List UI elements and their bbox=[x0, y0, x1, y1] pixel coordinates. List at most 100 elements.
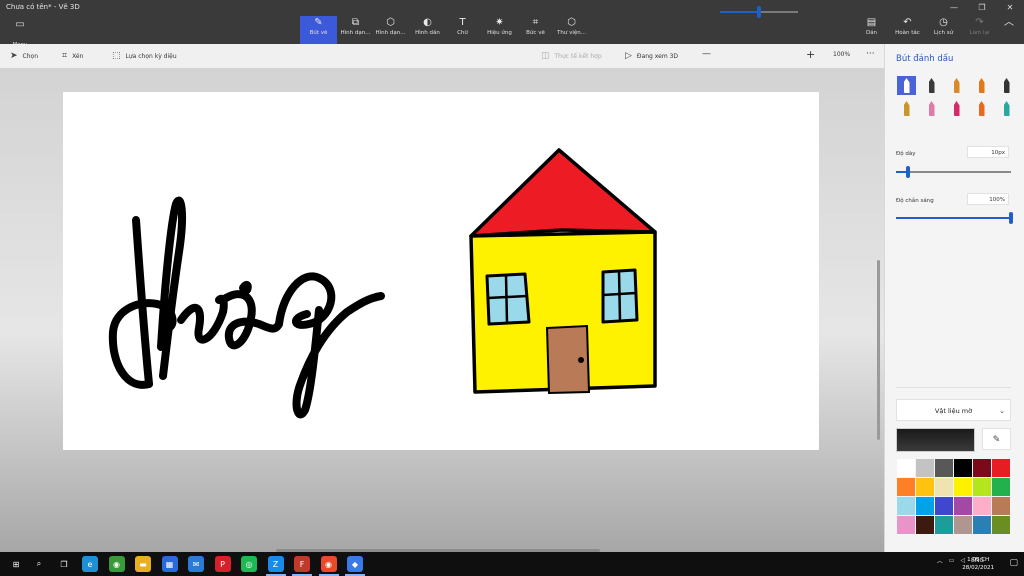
opacity-slider-thumb[interactable] bbox=[1009, 212, 1013, 224]
brush-fill-bucket[interactable] bbox=[997, 99, 1016, 118]
taskbar-zalo[interactable]: Z bbox=[267, 556, 284, 572]
taskbar-chrome[interactable]: ◉ bbox=[320, 556, 337, 572]
history-button[interactable]: ◷ Lịch sử bbox=[925, 16, 962, 44]
palette-swatch[interactable] bbox=[897, 516, 915, 534]
search-button[interactable]: ⌕ bbox=[31, 556, 47, 572]
drawing-canvas[interactable] bbox=[63, 92, 819, 450]
palette-swatch[interactable] bbox=[973, 516, 991, 534]
tab-effects[interactable]: ✷ Hiệu ứng bbox=[481, 16, 518, 44]
brush-pencil[interactable] bbox=[897, 99, 916, 118]
palette-swatch[interactable] bbox=[897, 478, 915, 496]
material-dropdown[interactable]: Vật liệu mờ ⌄ bbox=[896, 399, 1011, 421]
palette-swatch[interactable] bbox=[916, 516, 934, 534]
maximize-button[interactable]: ❐ bbox=[968, 0, 996, 16]
tab-canvas[interactable]: ⌗ Bức vẽ bbox=[517, 16, 554, 44]
minimize-button[interactable]: — bbox=[940, 0, 968, 16]
taskbar-pinterest[interactable]: P bbox=[214, 556, 231, 572]
palette-swatch[interactable] bbox=[954, 516, 972, 534]
palette-swatch[interactable] bbox=[897, 497, 915, 515]
brush-watercolor[interactable] bbox=[972, 76, 991, 95]
view-3d-button[interactable]: ▷ Đang xem 3D bbox=[625, 51, 678, 61]
brush-crayon[interactable] bbox=[947, 99, 966, 118]
crop-tool[interactable]: ⌗ Xén bbox=[62, 51, 83, 61]
sticker-icon: ◐ bbox=[423, 17, 432, 28]
canvas-artwork bbox=[108, 148, 657, 419]
palette-swatch[interactable] bbox=[992, 497, 1010, 515]
menu-button[interactable]: ▭ Menu bbox=[6, 18, 34, 48]
paste-button[interactable]: ▤ Dán bbox=[853, 16, 890, 44]
chevron-up-icon[interactable]: ︿ bbox=[937, 556, 943, 565]
palette-swatch[interactable] bbox=[973, 478, 991, 496]
canvas-icon: ⌗ bbox=[532, 17, 539, 28]
signature-stroke bbox=[275, 272, 336, 329]
tab-3d-shapes[interactable]: ⬡ Hình dạn... bbox=[372, 16, 409, 44]
file-explorer-icon: ▬ bbox=[139, 559, 147, 569]
history-label: Lịch sử bbox=[933, 30, 954, 36]
brush-calligraphy-pen[interactable] bbox=[922, 76, 941, 95]
taskbar-filezilla[interactable]: F bbox=[294, 556, 310, 572]
close-button[interactable]: ✕ bbox=[996, 0, 1024, 16]
palette-swatch[interactable] bbox=[916, 478, 934, 496]
tab-3d-library[interactable]: ⬡ Thư viện... bbox=[553, 16, 590, 44]
tab-label: Hình dạn... bbox=[340, 30, 371, 36]
palette-swatch[interactable] bbox=[916, 459, 934, 477]
zoom-out-button[interactable]: — bbox=[702, 49, 711, 59]
select-tool[interactable]: ➤ Chọn bbox=[10, 51, 38, 61]
palette-swatch[interactable] bbox=[897, 459, 915, 477]
tab-2d-shapes[interactable]: ⧉ Hình dạn... bbox=[337, 16, 374, 44]
brush-pixel-pen[interactable] bbox=[997, 76, 1016, 95]
tab-stickers[interactable]: ◐ Hình dán bbox=[409, 16, 446, 44]
notification-icon[interactable]: ▢ bbox=[1009, 558, 1018, 568]
taskbar-mail[interactable]: ✉ bbox=[188, 556, 204, 572]
palette-swatch[interactable] bbox=[954, 478, 972, 496]
thickness-value[interactable]: 10px bbox=[967, 146, 1009, 158]
palette-swatch[interactable] bbox=[992, 459, 1010, 477]
palette-swatch[interactable] bbox=[954, 497, 972, 515]
opacity-value[interactable]: 100% bbox=[967, 193, 1009, 205]
vertical-scrollbar[interactable] bbox=[877, 260, 880, 440]
redo-button[interactable]: ↷ Làm lại bbox=[961, 16, 998, 44]
tab-brushes[interactable]: ✎ Bút vẽ bbox=[300, 16, 337, 44]
palette-swatch[interactable] bbox=[992, 516, 1010, 534]
eraser-icon bbox=[928, 101, 935, 116]
more-button[interactable]: ··· bbox=[866, 49, 875, 59]
brush-marker[interactable] bbox=[897, 76, 916, 95]
palette-swatch[interactable] bbox=[973, 497, 991, 515]
palette-swatch[interactable] bbox=[935, 478, 953, 496]
taskbar-chrome-dev[interactable]: ◉ bbox=[108, 556, 125, 572]
brush-grid bbox=[897, 76, 1017, 118]
palette-swatch[interactable] bbox=[935, 516, 953, 534]
eyedropper-button[interactable]: ✎ bbox=[982, 428, 1011, 450]
palette-swatch[interactable] bbox=[935, 459, 953, 477]
marker-icon bbox=[903, 78, 910, 93]
palette-swatch[interactable] bbox=[973, 459, 991, 477]
collapse-ribbon-button[interactable]: ︿ bbox=[995, 16, 1023, 44]
taskbar-spotify[interactable]: ◎ bbox=[241, 556, 257, 572]
palette-swatch[interactable] bbox=[954, 459, 972, 477]
start-button[interactable]: ⊞ bbox=[8, 556, 24, 572]
palette-swatch[interactable] bbox=[935, 497, 953, 515]
thickness-slider-track[interactable] bbox=[896, 171, 1011, 173]
clock[interactable]: 1:05 CH 28/02/2021 bbox=[962, 556, 994, 572]
taskbar-paint-3d[interactable]: ◆ bbox=[347, 556, 363, 572]
taskbar-edge[interactable]: e bbox=[82, 556, 98, 572]
mixed-reality-button[interactable]: ◫ Thực tế kết hợp bbox=[541, 51, 602, 61]
brush-spray-can[interactable] bbox=[972, 99, 991, 118]
magic-select-tool[interactable]: ⬚ Lựa chọn kỳ diệu bbox=[112, 51, 177, 61]
tab-label: Hình dạn... bbox=[375, 30, 406, 36]
thickness-slider-thumb[interactable] bbox=[905, 166, 910, 178]
palette-swatch[interactable] bbox=[992, 478, 1010, 496]
zoom-in-button[interactable]: + bbox=[806, 48, 815, 61]
brush-eraser[interactable] bbox=[922, 99, 941, 118]
taskbar-file-explorer[interactable]: ▬ bbox=[135, 556, 151, 572]
zoom-slider-thumb[interactable] bbox=[757, 6, 761, 18]
current-color-swatch[interactable] bbox=[896, 428, 975, 452]
network-icon[interactable]: ▭ bbox=[949, 557, 955, 564]
task-view-button[interactable]: ❐ bbox=[56, 556, 72, 572]
brush-oil-brush[interactable] bbox=[947, 76, 966, 95]
palette-swatch[interactable] bbox=[916, 497, 934, 515]
taskbar-store[interactable]: ▦ bbox=[161, 556, 178, 572]
zoom-value[interactable]: 100% bbox=[833, 51, 850, 58]
tab-text[interactable]: T Chữ bbox=[444, 16, 481, 44]
undo-button[interactable]: ↶ Hoàn tác bbox=[889, 16, 926, 44]
